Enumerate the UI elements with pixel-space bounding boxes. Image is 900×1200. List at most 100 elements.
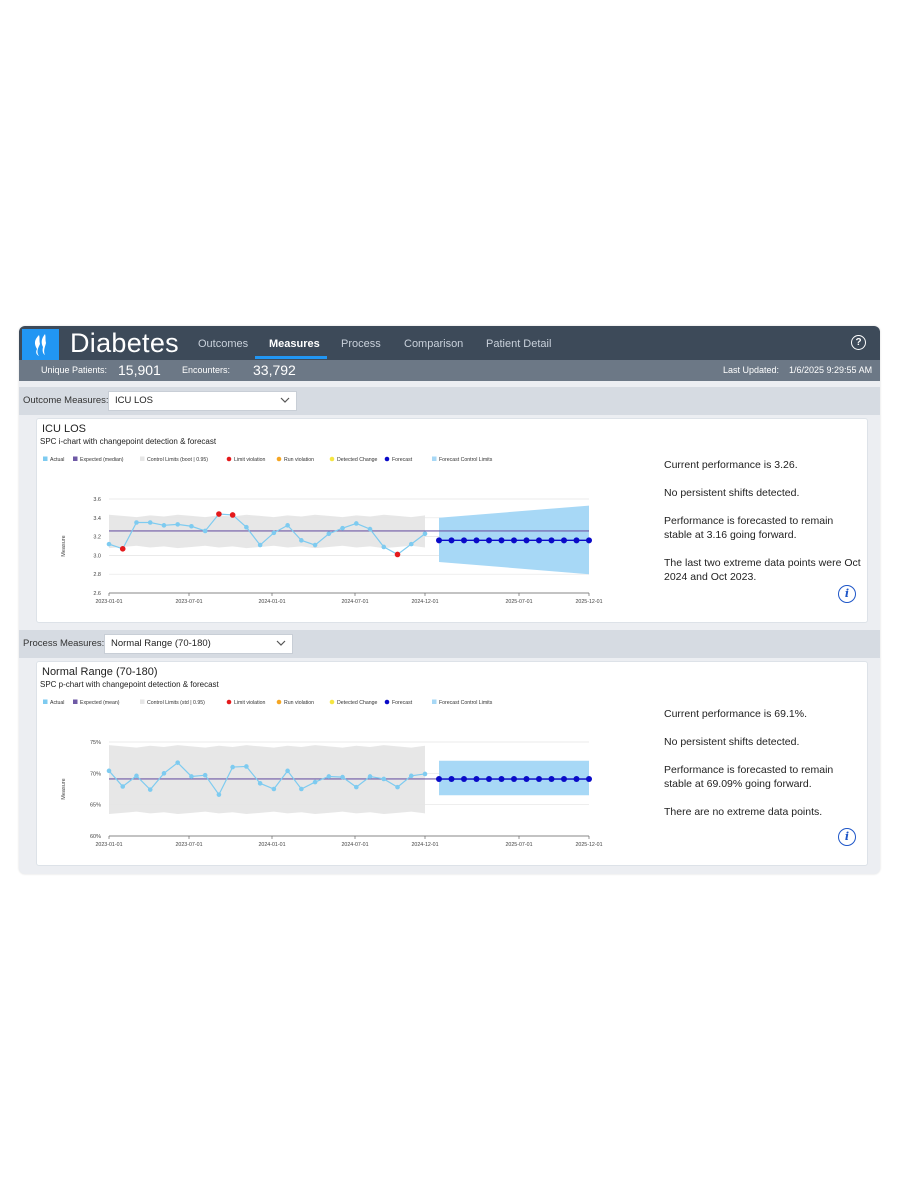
- actual-point: [422, 771, 428, 777]
- legend-label: Forecast Control Limits: [439, 700, 493, 706]
- forecast-point: [511, 537, 517, 544]
- help-icon[interactable]: ?: [851, 335, 866, 350]
- actual-point: [230, 764, 235, 770]
- normal-range-card: Normal Range (70-180) SPC p-chart with c…: [36, 661, 868, 866]
- actual-point: [202, 772, 208, 778]
- tab-process[interactable]: Process: [341, 337, 381, 351]
- actual-point: [175, 522, 180, 527]
- forecast-point: [548, 537, 555, 544]
- legend-swatch: [140, 456, 145, 461]
- forecast-point: [486, 537, 492, 544]
- forecast-point: [473, 776, 480, 783]
- legend-label: Run violation: [284, 700, 314, 706]
- forecast-point: [586, 776, 592, 783]
- stats-bar: Unique Patients: 15,901 Encounters: 33,7…: [19, 360, 880, 381]
- actual-point: [216, 792, 222, 797]
- y-tick-label: 2.8: [93, 572, 101, 578]
- forecast-point: [586, 537, 592, 544]
- tab-patient-detail[interactable]: Patient Detail: [486, 337, 551, 351]
- forecast-point: [448, 537, 455, 544]
- insight-extremes: There are no extreme data points.: [664, 806, 823, 818]
- icu-los-spc-chart: Actual Expected (median) Control Limits (b…: [43, 456, 603, 605]
- forecast-point: [461, 537, 467, 544]
- legend-swatch: [276, 699, 282, 705]
- y-tick-label: 75%: [90, 740, 101, 746]
- y-tick-label: 3.2: [93, 535, 101, 541]
- actual-point: [367, 774, 373, 779]
- tab-comparison[interactable]: Comparison: [404, 337, 463, 351]
- actual-point: [147, 787, 153, 792]
- encounters-label: Encounters:: [182, 365, 231, 375]
- actual-point: [189, 774, 194, 779]
- actual-point: [285, 523, 290, 528]
- legend-label: Forecast Control Limits: [439, 457, 493, 463]
- info-icon[interactable]: i: [838, 585, 856, 603]
- legend-label: Expected (median): [80, 457, 124, 463]
- process-measure-dropdown[interactable]: Normal Range (70-180): [104, 634, 293, 654]
- actual-point: [299, 538, 304, 543]
- limit-violation-point: [216, 511, 222, 517]
- actual-point: [106, 541, 112, 547]
- legend-swatch: [384, 456, 390, 462]
- actual-point: [285, 768, 290, 774]
- legend-label: Run violation: [284, 457, 314, 463]
- y-axis-label: Measure: [61, 535, 67, 556]
- forecast-point: [461, 776, 467, 783]
- forecast-point: [498, 776, 505, 783]
- insight-forecast: Performance is forecasted to remain stab…: [664, 515, 834, 541]
- outcome-measures-label: Outcome Measures:: [23, 395, 109, 406]
- x-tick-label: 2024-12-01: [411, 842, 438, 848]
- forecast-point: [561, 537, 567, 544]
- dashboard-window: Diabetes Outcomes Measures Process Compa…: [19, 326, 880, 874]
- actual-point: [326, 531, 332, 537]
- outcome-measure-dropdown[interactable]: ICU LOS: [108, 391, 297, 411]
- legend-label: Limit violation: [234, 700, 266, 706]
- limit-violation-point: [229, 512, 236, 518]
- control-limits-band: [109, 745, 425, 815]
- top-nav-bar: Diabetes Outcomes Measures Process Compa…: [19, 326, 880, 360]
- y-tick-label: 60%: [90, 834, 101, 840]
- forecast-point: [448, 776, 455, 783]
- legend-swatch: [43, 699, 48, 704]
- actual-point: [367, 526, 373, 532]
- forecast-point: [523, 776, 530, 783]
- actual-point: [161, 523, 167, 528]
- limit-violation-point: [119, 546, 126, 552]
- forecast-point: [573, 776, 580, 783]
- x-tick-label: 2023-07-01: [175, 842, 202, 848]
- actual-point: [161, 771, 167, 776]
- y-axis-label: Measure: [61, 778, 67, 799]
- forecast-point: [561, 776, 567, 783]
- insight-current: Current performance is 69.1%.: [664, 708, 807, 720]
- actual-point: [326, 774, 332, 779]
- last-updated-value: 1/6/2025 9:29:55 AM: [789, 365, 873, 375]
- info-icon[interactable]: i: [838, 828, 856, 846]
- limit-violation-point: [394, 551, 401, 558]
- tab-measures[interactable]: Measures: [269, 337, 320, 351]
- active-tab-indicator: [255, 356, 327, 359]
- forecast-point: [536, 537, 542, 544]
- normal-range-spc-chart: Actual Expected (mean) Control Limits (std…: [43, 699, 603, 848]
- tab-outcomes[interactable]: Outcomes: [198, 337, 248, 351]
- actual-point: [257, 542, 263, 548]
- x-tick-label: 2025-12-01: [575, 599, 602, 605]
- unique-patients-label: Unique Patients:: [41, 365, 108, 375]
- outcome-measures-bar: Outcome Measures: ICU LOS: [19, 387, 880, 415]
- actual-point: [257, 781, 263, 786]
- x-tick-label: 2024-12-01: [411, 599, 438, 605]
- actual-point: [244, 524, 249, 530]
- x-tick-label: 2025-07-01: [505, 842, 532, 848]
- forecast-point: [511, 776, 517, 783]
- insight-shifts: No persistent shifts detected.: [664, 487, 800, 499]
- actual-point: [395, 784, 400, 790]
- forecast-point: [523, 537, 530, 544]
- legend-swatch: [384, 699, 390, 705]
- legend-label: Control Limits (boot | 0.95): [147, 457, 208, 463]
- actual-point: [381, 544, 387, 550]
- y-tick-label: 3.6: [93, 497, 101, 503]
- actual-point: [175, 760, 180, 765]
- forecast-point: [436, 537, 442, 544]
- insight-forecast: Performance is forecasted to remain stab…: [664, 764, 834, 790]
- legend-label: Control Limits (std | 0.95): [147, 700, 205, 706]
- actual-point: [422, 531, 428, 537]
